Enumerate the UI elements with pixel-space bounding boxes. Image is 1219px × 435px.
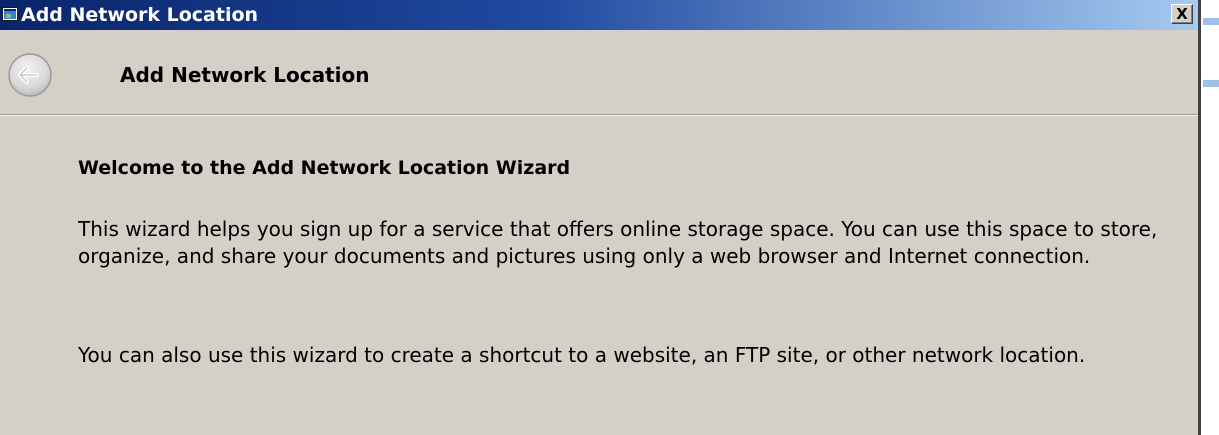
welcome-heading: Welcome to the Add Network Location Wiza… (78, 157, 571, 179)
close-button[interactable]: X (1171, 4, 1193, 24)
header-divider-highlight (0, 115, 1198, 116)
intro-paragraph: This wizard helps you sign up for a serv… (78, 217, 1158, 268)
header-title: Add Network Location (120, 63, 370, 87)
network-window-icon (2, 7, 18, 21)
wizard-window: Add Network Location X Add Network Locat… (0, 0, 1198, 435)
close-icon: X (1176, 5, 1188, 23)
window-title: Add Network Location (21, 4, 259, 26)
title-bar[interactable]: Add Network Location X (0, 0, 1198, 30)
background-highlight (1203, 18, 1219, 25)
background-highlight-lower (1203, 80, 1219, 87)
shortcut-paragraph: You can also use this wizard to create a… (78, 343, 1086, 367)
background-window-strip (1201, 0, 1219, 435)
back-arrow-icon[interactable] (3, 52, 57, 98)
